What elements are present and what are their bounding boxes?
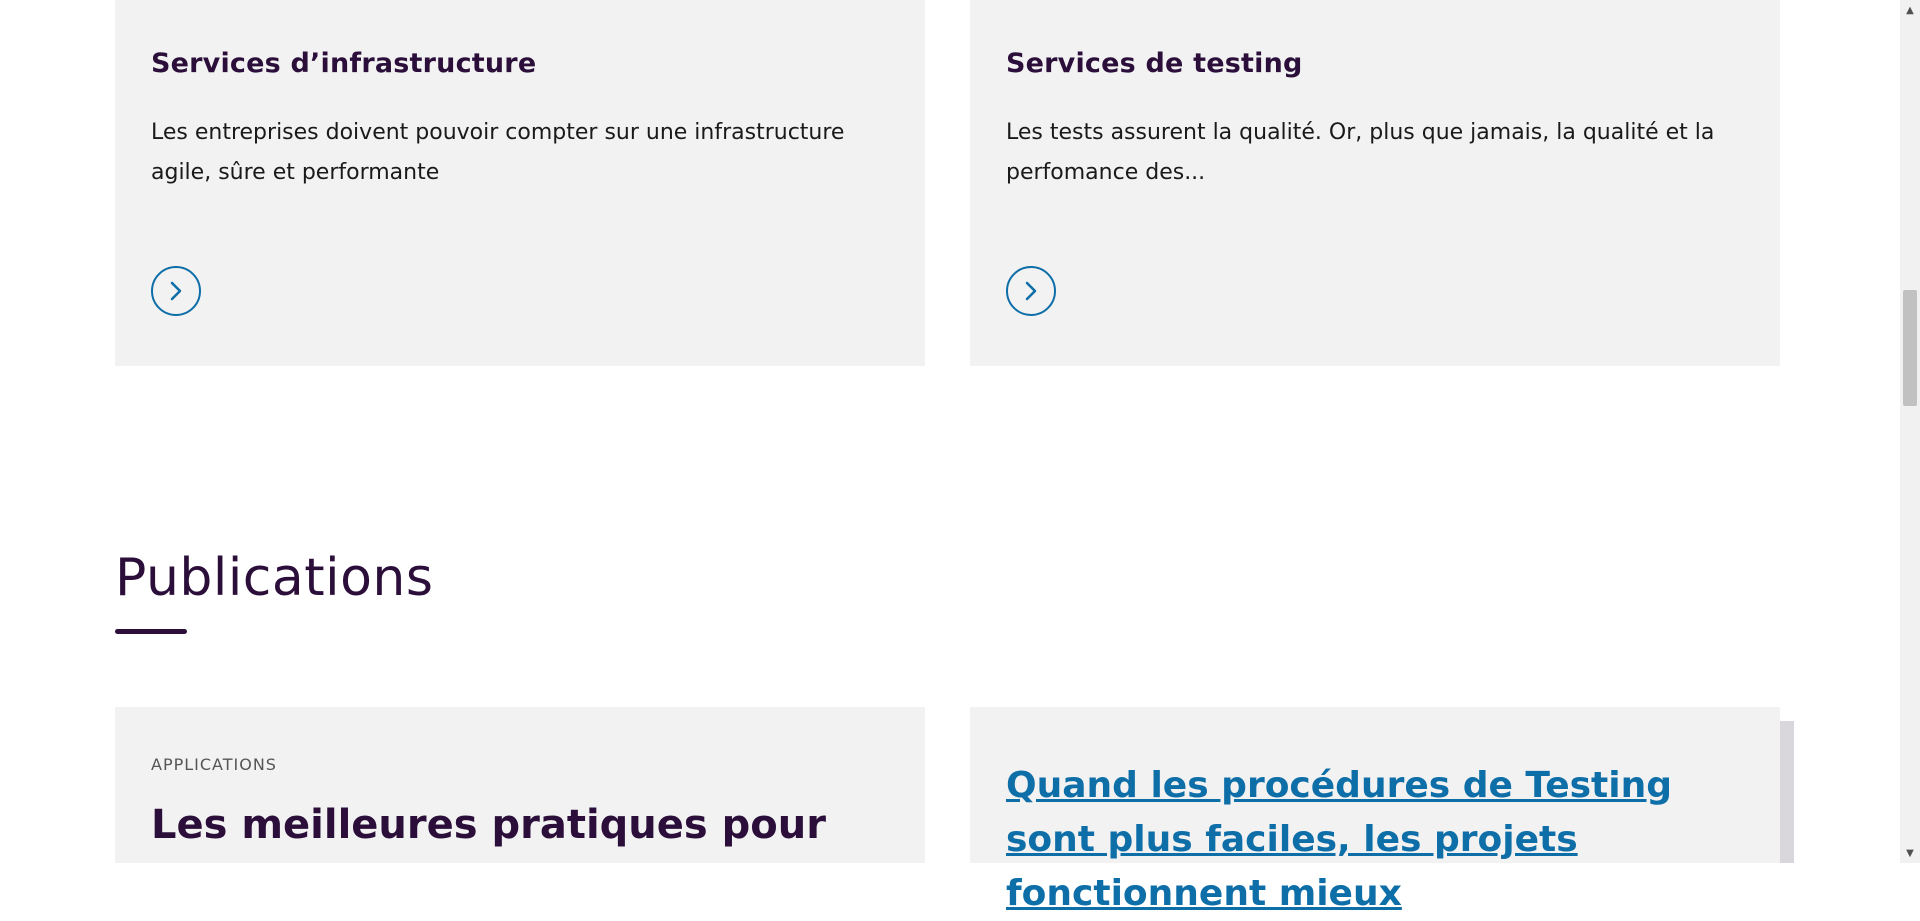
scroll-up-arrow-icon[interactable]: ▲ (1900, 0, 1920, 20)
publication-title-link[interactable]: Quand les procédures de Testing sont plu… (1006, 759, 1756, 921)
scrollbar-thumb[interactable] (1903, 290, 1917, 406)
card-title: Services de testing (1006, 48, 1303, 79)
card-arrow-button[interactable] (1006, 266, 1056, 316)
service-card-infrastructure: Services d’infrastructure Les entreprise… (115, 0, 925, 366)
publication-title: Les meilleures pratiques pour (151, 802, 826, 848)
service-card-testing: Services de testing Les tests assurent l… (970, 0, 1780, 366)
publication-card: APPLICATIONS Les meilleures pratiques po… (115, 707, 925, 863)
card-description: Les entreprises doivent pouvoir compter … (151, 120, 845, 185)
card-description: Les tests assurent la qualité. Or, plus … (1006, 120, 1715, 185)
publication-card: Quand les procédures de Testing sont plu… (970, 707, 1780, 914)
heading-underline (115, 629, 187, 634)
publication-category: APPLICATIONS (151, 755, 277, 774)
card-side-accent (1780, 721, 1794, 863)
scroll-down-arrow-icon[interactable]: ▼ (1900, 843, 1920, 863)
vertical-scrollbar[interactable]: ▲ ▼ (1900, 0, 1920, 863)
chevron-right-icon (170, 281, 182, 301)
chevron-right-icon (1025, 281, 1037, 301)
card-title: Services d’infrastructure (151, 48, 537, 79)
card-arrow-button[interactable] (151, 266, 201, 316)
publications-heading: Publications (115, 548, 434, 608)
